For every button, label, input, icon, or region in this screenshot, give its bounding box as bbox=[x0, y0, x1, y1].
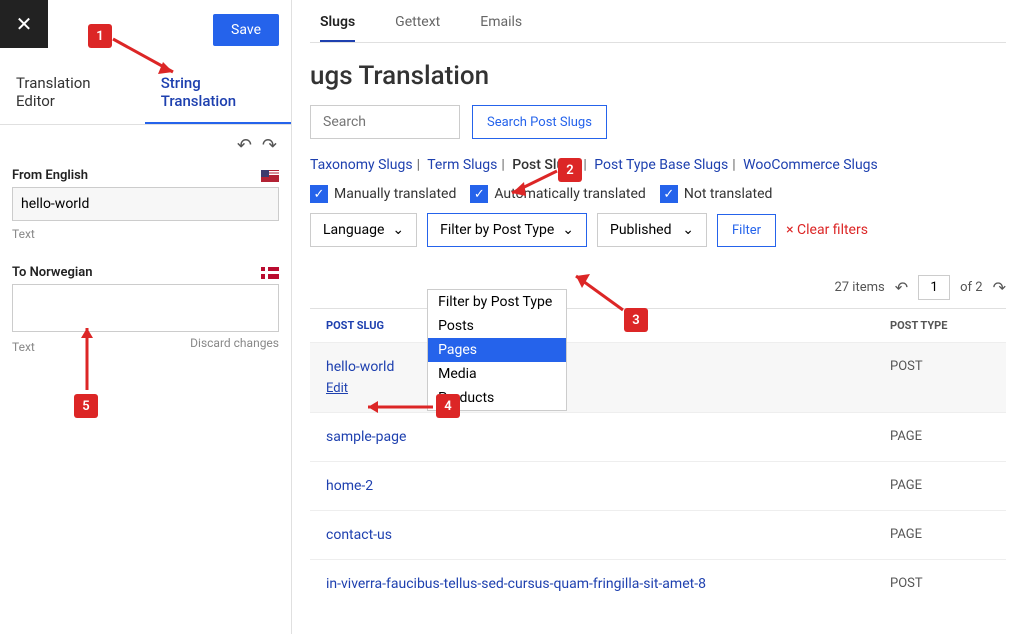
tab-slugs[interactable]: Slugs bbox=[320, 14, 355, 42]
table-row: hello-world Edit POST bbox=[310, 342, 1006, 412]
search-input[interactable] bbox=[310, 105, 460, 139]
slug-table: POST SLUG POST TYPE hello-world Edit POS… bbox=[310, 308, 1006, 608]
table-row: home-2 PAGE bbox=[310, 461, 1006, 510]
search-row: Search Post Slugs bbox=[310, 105, 1006, 139]
items-count: 27 items bbox=[834, 280, 884, 295]
flag-us-icon bbox=[261, 170, 279, 182]
annotation-badge-3: 3 bbox=[624, 308, 648, 332]
to-language-label: To Norwegian bbox=[12, 265, 93, 280]
woocommerce-slugs-link[interactable]: WooCommerce Slugs bbox=[743, 157, 878, 173]
close-icon: ✕ bbox=[16, 12, 33, 36]
flag-no-icon bbox=[261, 267, 279, 279]
edit-link[interactable]: Edit bbox=[326, 381, 890, 396]
slug-link[interactable]: contact-us bbox=[326, 527, 392, 543]
tab-string-translation[interactable]: String Translation bbox=[145, 62, 291, 124]
next-page-icon[interactable]: ↷ bbox=[993, 278, 1006, 297]
tab-translation-editor[interactable]: Translation Editor bbox=[0, 62, 145, 124]
from-language-block: From English Text bbox=[0, 162, 291, 245]
sidebar: ✕ Save Translation Editor String Transla… bbox=[0, 0, 292, 634]
slug-type-nav: Taxonomy Slugs| Term Slugs| Post Slugs| … bbox=[310, 157, 1006, 173]
post-type-cell: PAGE bbox=[890, 478, 990, 494]
post-type-cell: POST bbox=[890, 576, 990, 592]
to-type-label: Text bbox=[12, 340, 35, 354]
close-x-icon: × bbox=[786, 222, 793, 238]
automatically-translated-checkbox[interactable]: ✓Automatically translated bbox=[470, 185, 645, 203]
dropdown-option-pages[interactable]: Pages bbox=[428, 338, 566, 362]
post-type-base-slugs-link[interactable]: Post Type Base Slugs bbox=[594, 157, 728, 173]
dropdown-option-posts[interactable]: Posts bbox=[428, 314, 566, 338]
slug-link[interactable]: in-viverra-faucibus-tellus-sed-cursus-qu… bbox=[326, 576, 706, 592]
to-language-block: To Norwegian Text Discard changes bbox=[0, 259, 291, 359]
to-language-input[interactable] bbox=[12, 284, 279, 332]
prev-page-icon[interactable]: ↶ bbox=[895, 278, 908, 297]
dropdown-option-media[interactable]: Media bbox=[428, 362, 566, 386]
annotation-badge-5: 5 bbox=[74, 394, 98, 418]
undo-icon[interactable]: ↶ bbox=[237, 135, 252, 156]
post-type-cell: PAGE bbox=[890, 527, 990, 543]
chevron-down-icon: ⌄ bbox=[682, 222, 694, 238]
table-row: contact-us PAGE bbox=[310, 510, 1006, 559]
not-translated-checkbox[interactable]: ✓Not translated bbox=[660, 185, 773, 203]
filter-controls-row: Language ⌄ Filter by Post Type ⌄ Filter … bbox=[310, 213, 1006, 247]
table-header: POST SLUG POST TYPE bbox=[310, 309, 1006, 342]
post-type-dropdown-menu: Filter by Post Type Posts Pages Media Pr… bbox=[427, 289, 567, 411]
discard-changes-link[interactable]: Discard changes bbox=[190, 336, 279, 350]
page-title: ugs Translation bbox=[310, 61, 1006, 91]
post-type-cell: PAGE bbox=[890, 429, 990, 445]
annotation-badge-2: 2 bbox=[558, 158, 582, 182]
redo-icon[interactable]: ↷ bbox=[262, 135, 277, 156]
slug-link[interactable]: sample-page bbox=[326, 429, 406, 445]
page-number-input[interactable] bbox=[918, 275, 950, 300]
post-type-select[interactable]: Filter by Post Type ⌄ bbox=[427, 213, 587, 247]
chevron-down-icon: ⌄ bbox=[392, 222, 404, 238]
from-language-label: From English bbox=[12, 168, 88, 183]
from-type-label: Text bbox=[12, 227, 279, 241]
language-select[interactable]: Language ⌄ bbox=[310, 213, 417, 247]
term-slugs-link[interactable]: Term Slugs bbox=[427, 157, 497, 173]
slug-link[interactable]: hello-world bbox=[326, 359, 394, 375]
tab-emails[interactable]: Emails bbox=[480, 14, 522, 42]
pagination: 27 items ↶ of 2 ↷ bbox=[310, 275, 1006, 300]
post-type-cell: POST bbox=[890, 359, 990, 396]
close-button[interactable]: ✕ bbox=[0, 0, 48, 48]
translation-status-filters: ✓Manually translated ✓Automatically tran… bbox=[310, 185, 1006, 203]
manually-translated-checkbox[interactable]: ✓Manually translated bbox=[310, 185, 456, 203]
from-language-input[interactable] bbox=[12, 187, 279, 221]
save-button[interactable]: Save bbox=[213, 14, 279, 46]
table-row: sample-page PAGE bbox=[310, 412, 1006, 461]
annotation-badge-1: 1 bbox=[88, 24, 112, 48]
annotation-badge-4: 4 bbox=[436, 394, 460, 418]
tab-gettext[interactable]: Gettext bbox=[395, 14, 440, 42]
dropdown-option-filter[interactable]: Filter by Post Type bbox=[428, 290, 566, 314]
search-post-slugs-button[interactable]: Search Post Slugs bbox=[472, 105, 607, 139]
main-content: Slugs Gettext Emails ugs Translation Sea… bbox=[292, 0, 1024, 634]
chevron-down-icon: ⌄ bbox=[562, 222, 574, 238]
slug-link[interactable]: home-2 bbox=[326, 478, 373, 494]
taxonomy-slugs-link[interactable]: Taxonomy Slugs bbox=[310, 157, 413, 173]
status-select[interactable]: Published ⌄ bbox=[597, 213, 707, 247]
undo-redo-bar: ↶ ↷ bbox=[0, 125, 291, 162]
col-post-type: POST TYPE bbox=[890, 319, 990, 332]
clear-filters-link[interactable]: × Clear filters bbox=[786, 222, 868, 238]
page-total: of 2 bbox=[960, 280, 982, 295]
filter-button[interactable]: Filter bbox=[717, 214, 776, 247]
col-post-slug[interactable]: POST SLUG bbox=[326, 319, 890, 332]
top-tabs: Slugs Gettext Emails bbox=[310, 0, 1006, 43]
sidebar-tabs: Translation Editor String Translation bbox=[0, 62, 291, 125]
table-row: in-viverra-faucibus-tellus-sed-cursus-qu… bbox=[310, 559, 1006, 608]
